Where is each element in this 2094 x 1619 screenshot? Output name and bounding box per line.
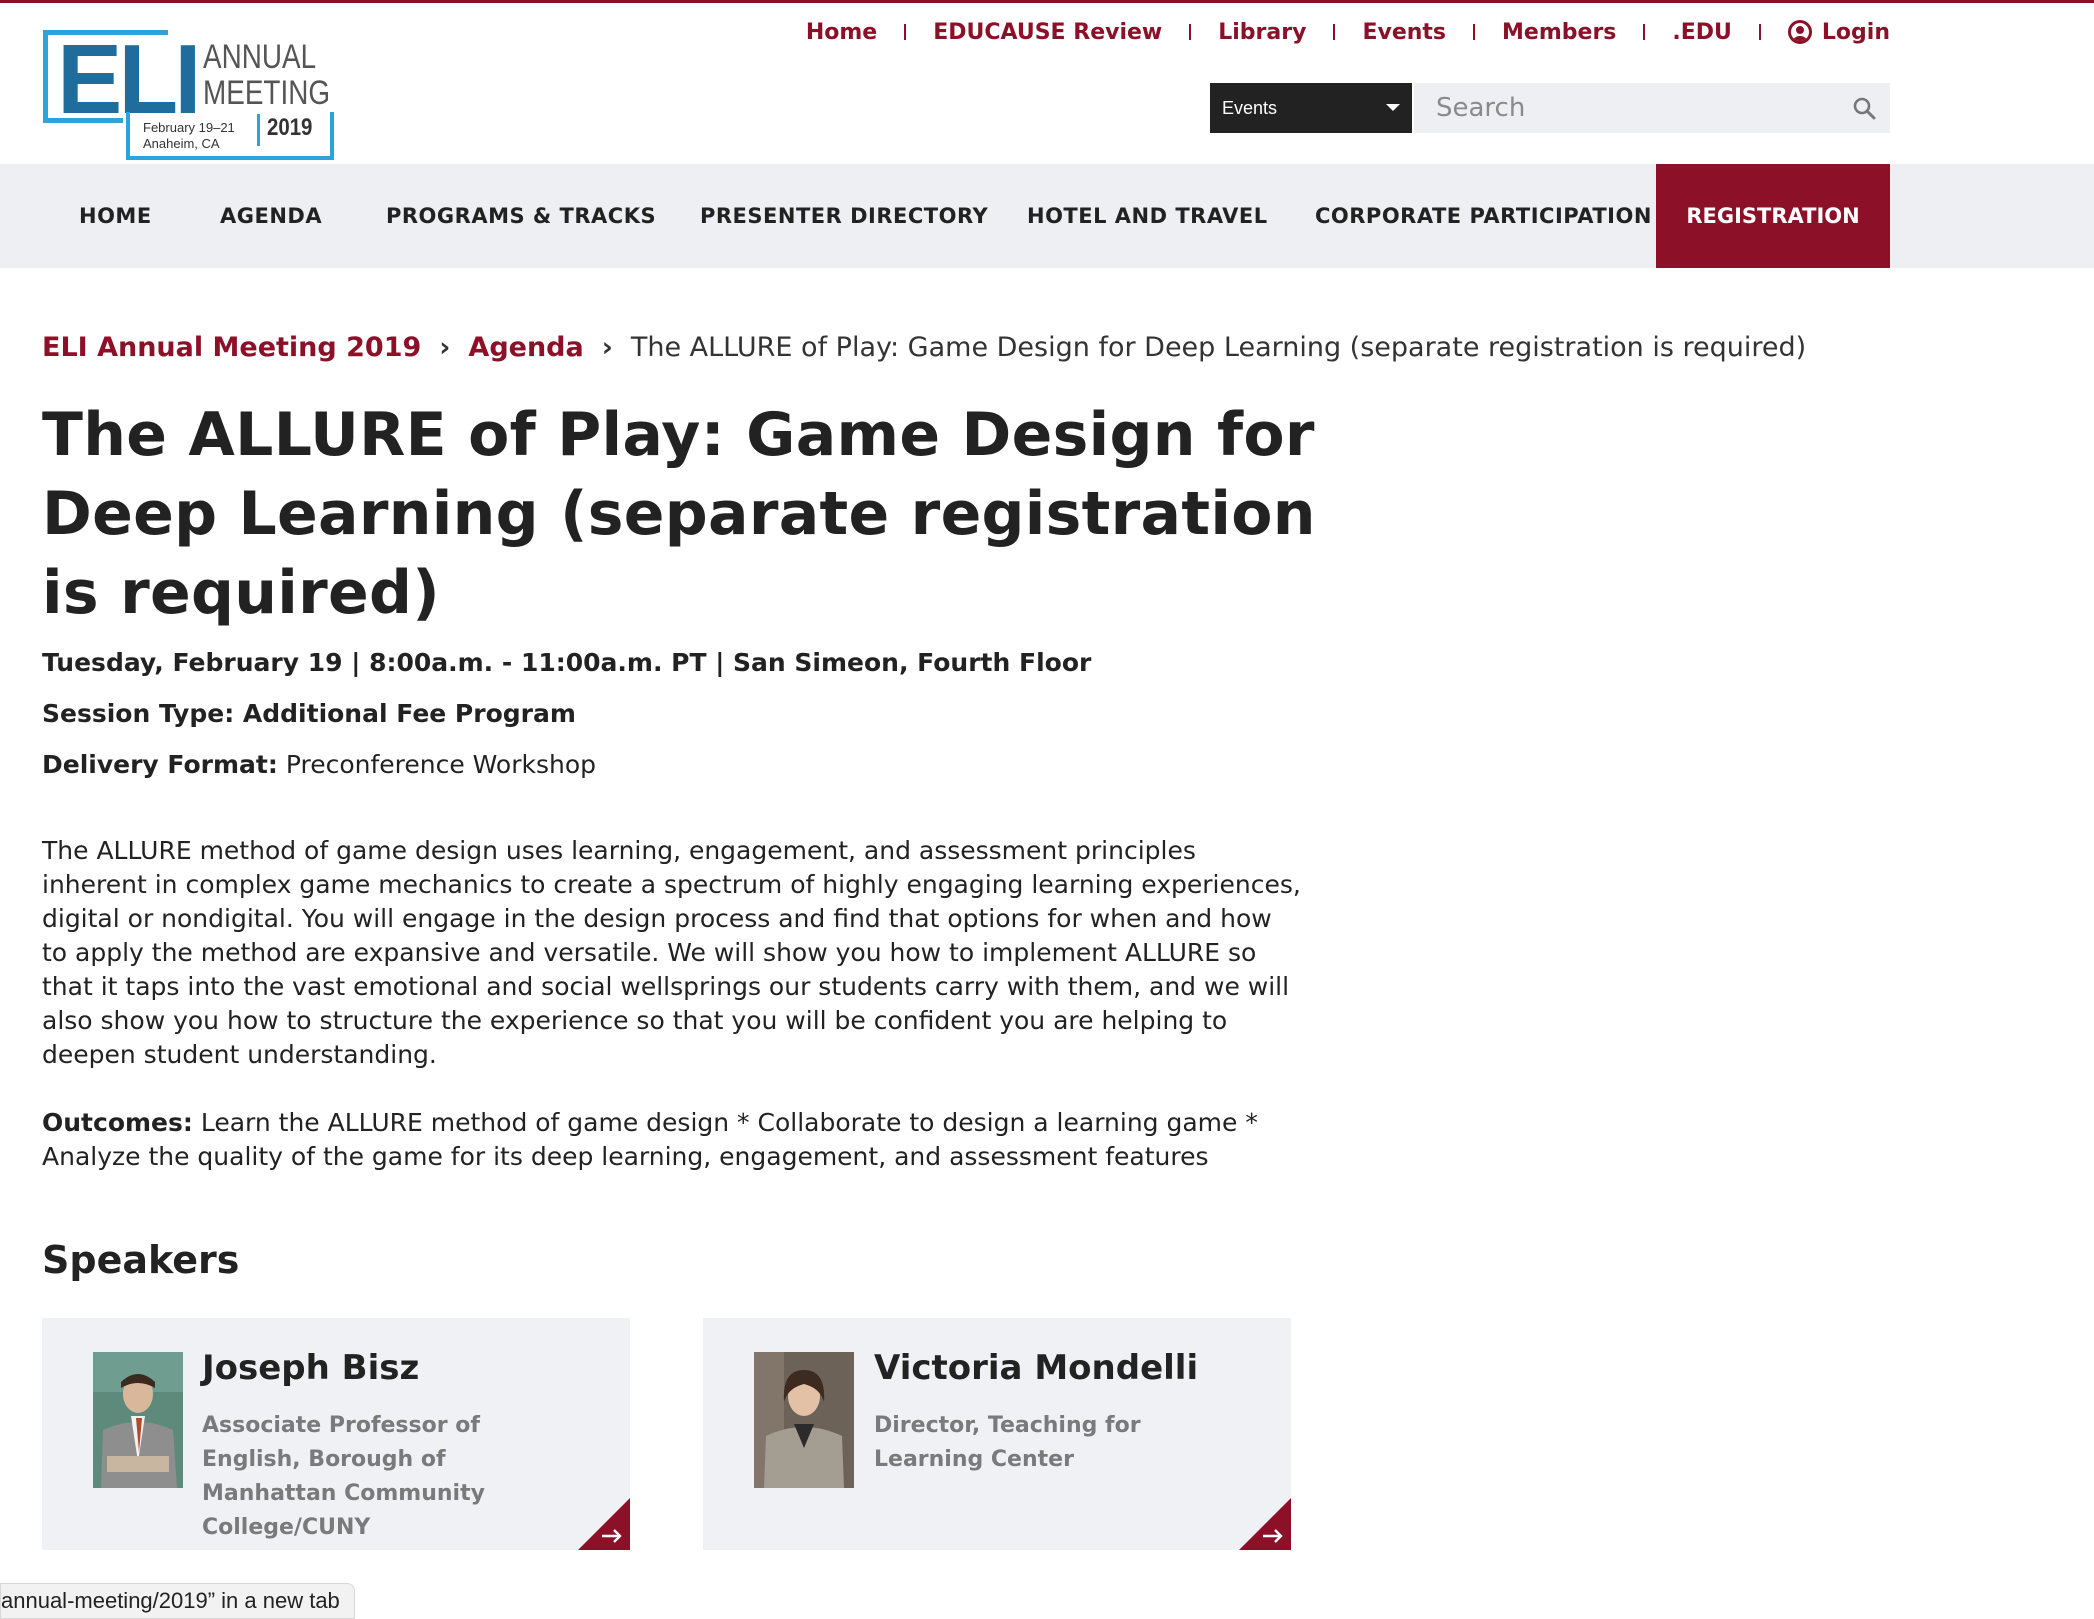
breadcrumb-current: The ALLURE of Play: Game Design for Deep… [630,332,1807,363]
nav-agenda[interactable]: AGENDA [220,164,322,268]
speakers-heading: Speakers [42,1238,240,1282]
outcomes-text: Learn the ALLURE method of game design *… [42,1108,1258,1171]
util-link-members[interactable]: Members [1502,20,1616,45]
logo-annual: ANNUAL [203,38,317,76]
util-link-edu[interactable]: .EDU [1672,20,1732,45]
caret-down-icon [1386,104,1400,111]
registration-button[interactable]: REGISTRATION [1656,164,1890,268]
speaker-role: Associate Professor of English, Borough … [202,1413,485,1540]
main-nav: HOME AGENDA PROGRAMS & TRACKS PRESENTER … [0,164,2094,268]
search-scope-select[interactable]: Events [1210,83,1412,133]
logo-divider [257,114,260,146]
logo-meeting: MEETING [203,74,331,112]
util-separator [1473,24,1476,40]
top-accent-line [0,0,2094,3]
search-icon[interactable] [1852,96,1876,120]
page-title: The ALLURE of Play: Game Design for Deep… [42,400,1316,628]
search-input[interactable] [1414,83,1890,133]
arrow-right-icon[interactable] [578,1498,630,1550]
session-description: The ALLURE method of game design uses le… [42,836,1301,1069]
util-separator [1643,24,1646,40]
util-separator [1333,24,1336,40]
util-separator [904,24,907,40]
logo-date-range: February 19–21 [143,120,235,135]
util-separator [1758,24,1761,40]
eli-logo[interactable]: ELI ANNUAL MEETING February 19–21 Anahei… [43,24,334,162]
arrow-right-icon[interactable] [1239,1498,1291,1550]
util-link-educause-review[interactable]: EDUCAUSE Review [933,20,1162,45]
utility-nav: Home EDUCAUSE Review Library Events Memb… [806,14,1890,50]
session-type: Session Type: Additional Fee Program [42,699,576,728]
util-link-library[interactable]: Library [1218,20,1306,45]
login-link[interactable]: Login [1787,19,1890,45]
login-label: Login [1821,19,1890,45]
nav-programs-tracks[interactable]: PROGRAMS & TRACKS [386,164,656,268]
util-separator [1189,24,1192,40]
speaker-name[interactable]: Victoria Mondelli [874,1348,1198,1388]
logo-year: 2019 [267,114,313,141]
speaker-photo [754,1352,854,1488]
session-outcomes: Outcomes: Learn the ALLURE method of gam… [42,1106,1302,1174]
logo-dates: February 19–21 Anaheim, CA [143,120,235,152]
breadcrumb-link-agenda[interactable]: Agenda [468,332,583,363]
speaker-role: Director, Teaching for Learning Center [874,1413,1141,1472]
delivery-format-label: Delivery Format: [42,750,278,779]
nav-corporate-participation[interactable]: CORPORATE PARTICIPATION [1315,164,1652,268]
speaker-photo [93,1352,183,1488]
chevron-right-icon: › [439,332,451,363]
speaker-card[interactable]: Joseph Bisz Associate Professor of Engli… [42,1318,630,1550]
util-link-events[interactable]: Events [1362,20,1446,45]
chevron-right-icon: › [601,332,613,363]
delivery-format: Delivery Format: Preconference Workshop [42,750,596,779]
speaker-card[interactable]: Victoria Mondelli Director, Teaching for… [703,1318,1291,1550]
delivery-format-value: Preconference Workshop [285,750,597,779]
breadcrumb-link-meeting[interactable]: ELI Annual Meeting 2019 [42,332,421,363]
nav-home[interactable]: HOME [79,164,152,268]
session-datetime-location: Tuesday, February 19 | 8:00a.m. - 11:00a… [42,648,1092,677]
logo-location: Anaheim, CA [143,136,220,151]
outcomes-label: Outcomes: [42,1108,193,1137]
logo-wordmark: ELI [57,24,201,134]
util-link-home[interactable]: Home [806,20,877,45]
nav-presenter-directory[interactable]: PRESENTER DIRECTORY [700,164,988,268]
search-scope-value: Events [1222,98,1278,118]
user-circle-icon [1787,20,1812,44]
nav-hotel-travel[interactable]: HOTEL AND TRAVEL [1027,164,1268,268]
breadcrumb: ELI Annual Meeting 2019 › Agenda › The ALLUR… [42,330,1806,366]
speaker-name[interactable]: Joseph Bisz [202,1348,419,1388]
